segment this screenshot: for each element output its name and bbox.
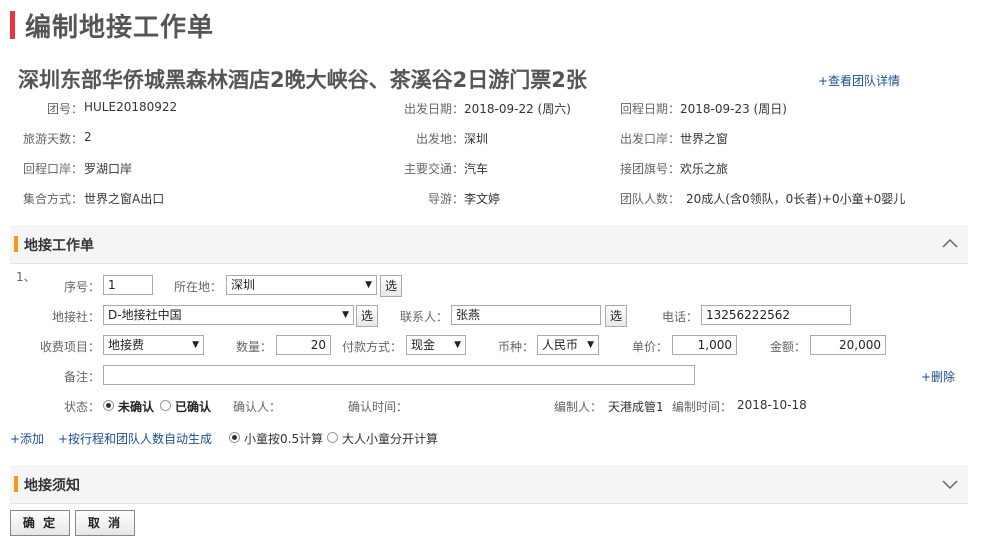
transport-label: 主要交通： (403, 162, 464, 176)
child-half-label[interactable]: 小童按0.5计算 (244, 430, 323, 447)
people-label: 团队人数： (619, 192, 680, 206)
dropdown-arrow-icon: ▼ (587, 340, 594, 350)
price-input[interactable] (672, 335, 737, 355)
child-half-radio[interactable] (229, 432, 240, 443)
editor-value: 天港成管1 (608, 400, 662, 414)
add-link[interactable]: +添加 (10, 430, 44, 447)
return-port-label: 回程口岸： (22, 162, 83, 176)
currency-select[interactable]: 人民币 ▼ (537, 335, 599, 355)
pay-select-value: 现金 (411, 338, 436, 352)
remark-input[interactable] (103, 365, 695, 385)
row-index: 1、 (16, 270, 36, 284)
depart-port-value: 世界之窗 (680, 132, 729, 146)
agency-label: 地接社： (51, 310, 100, 324)
depart-date-value: 2018-09-22 (周六) (464, 102, 571, 116)
chevron-up-icon[interactable] (942, 237, 958, 251)
worksheet-section-header[interactable]: 地接工作单 (10, 225, 968, 264)
dropdown-arrow-icon: ▼ (342, 310, 349, 320)
notice-section-title: 地接须知 (24, 478, 80, 494)
pay-label: 付款方式： (341, 340, 402, 354)
page-title-text: 编制地接工作单 (25, 12, 215, 43)
status-unconfirmed-label[interactable]: 未确认 (118, 398, 154, 415)
worksheet-section-title: 地接工作单 (24, 238, 94, 254)
location-label: 所在地： (173, 280, 222, 294)
depart-port-label: 出发口岸： (619, 132, 680, 146)
title-accent-bar (10, 11, 15, 39)
status-label: 状态： (63, 400, 100, 414)
price-label: 单价： (631, 340, 668, 354)
remark-label: 备注： (63, 370, 100, 384)
contact-input[interactable] (451, 305, 601, 325)
notice-section-header[interactable]: 地接须知 (10, 465, 968, 504)
days-label: 旅游天数： (22, 132, 83, 146)
seq-input[interactable] (103, 275, 153, 295)
depart-date-label: 出发日期： (403, 102, 464, 116)
depart-place-label: 出发地： (415, 132, 464, 146)
contact-select-button[interactable]: 选 (605, 305, 627, 327)
location-select-button[interactable]: 选 (380, 275, 402, 297)
seq-label: 序号： (63, 280, 100, 294)
qty-label: 数量： (235, 340, 272, 354)
edit-time-label: 编制时间： (671, 400, 732, 414)
separate-calc-label[interactable]: 大人小童分开计算 (342, 430, 438, 447)
confirm-time-label: 确认时间： (347, 400, 408, 414)
view-group-detail-link[interactable]: +查看团队详情 (818, 72, 900, 89)
currency-select-value: 人民币 (542, 338, 579, 352)
depart-place-value: 深圳 (464, 132, 489, 146)
assembly-value: 世界之窗A出口 (84, 192, 165, 206)
qty-input[interactable] (276, 335, 331, 355)
contact-label: 联系人： (399, 310, 448, 324)
group-name: 深圳东部华侨城黑森林酒店2晚大峡谷、茶溪谷2日游门票2张 (18, 68, 587, 92)
return-date-value: 2018-09-23 (周日) (680, 102, 787, 116)
confirm-button[interactable]: 确 定 (10, 510, 70, 536)
transport-value: 汽车 (464, 162, 489, 176)
return-date-label: 回程日期： (619, 102, 680, 116)
cancel-button[interactable]: 取 消 (75, 510, 135, 536)
status-unconfirmed-radio[interactable] (103, 400, 114, 411)
auto-generate-link[interactable]: +按行程和团队人数自动生成 (58, 430, 212, 447)
section-accent-bar (14, 476, 18, 492)
amount-input[interactable] (810, 335, 886, 355)
page-title: 编制地接工作单 (10, 8, 215, 43)
flag-label: 接团旗号： (619, 162, 680, 176)
status-confirmed-radio[interactable] (160, 400, 171, 411)
return-port-value: 罗湖口岸 (84, 162, 133, 176)
dropdown-arrow-icon: ▼ (192, 340, 199, 350)
group-no-value: HULE20180922 (84, 100, 178, 114)
assembly-label: 集合方式： (22, 192, 83, 206)
chevron-down-icon[interactable] (942, 477, 958, 491)
item-select[interactable]: 地接费 ▼ (103, 335, 204, 355)
item-label: 收费项目： (39, 340, 100, 354)
pay-select[interactable]: 现金 ▼ (406, 335, 466, 355)
agency-select[interactable]: D-地接社中国 ▼ (103, 305, 354, 325)
agency-select-button[interactable]: 选 (356, 305, 378, 327)
phone-label: 电话： (661, 310, 698, 324)
delete-link[interactable]: +删除 (921, 368, 955, 385)
people-value: 20成人(含0领队，0长者)+0小童+0婴儿 (686, 192, 906, 206)
days-value: 2 (84, 130, 92, 144)
guide-label: 导游： (427, 192, 464, 206)
confirmer-label: 确认人： (232, 400, 281, 414)
location-select-value: 深圳 (231, 278, 256, 292)
status-confirmed-label[interactable]: 已确认 (175, 398, 211, 415)
group-no-label: 团号： (46, 102, 83, 116)
edit-time-value: 2018-10-18 (737, 398, 807, 412)
flag-value: 欢乐之旅 (680, 162, 729, 176)
dropdown-arrow-icon: ▼ (454, 340, 461, 350)
location-select[interactable]: 深圳 ▼ (226, 275, 377, 295)
guide-value: 李文婷 (464, 192, 501, 206)
agency-select-value: D-地接社中国 (108, 308, 182, 322)
amount-label: 金额： (769, 340, 806, 354)
phone-input[interactable] (701, 305, 851, 325)
currency-label: 币种： (497, 340, 534, 354)
editor-label: 编制人： (553, 400, 602, 414)
section-accent-bar (14, 236, 18, 252)
dropdown-arrow-icon: ▼ (365, 280, 372, 290)
item-select-value: 地接费 (108, 338, 145, 352)
separate-calc-radio[interactable] (327, 432, 338, 443)
